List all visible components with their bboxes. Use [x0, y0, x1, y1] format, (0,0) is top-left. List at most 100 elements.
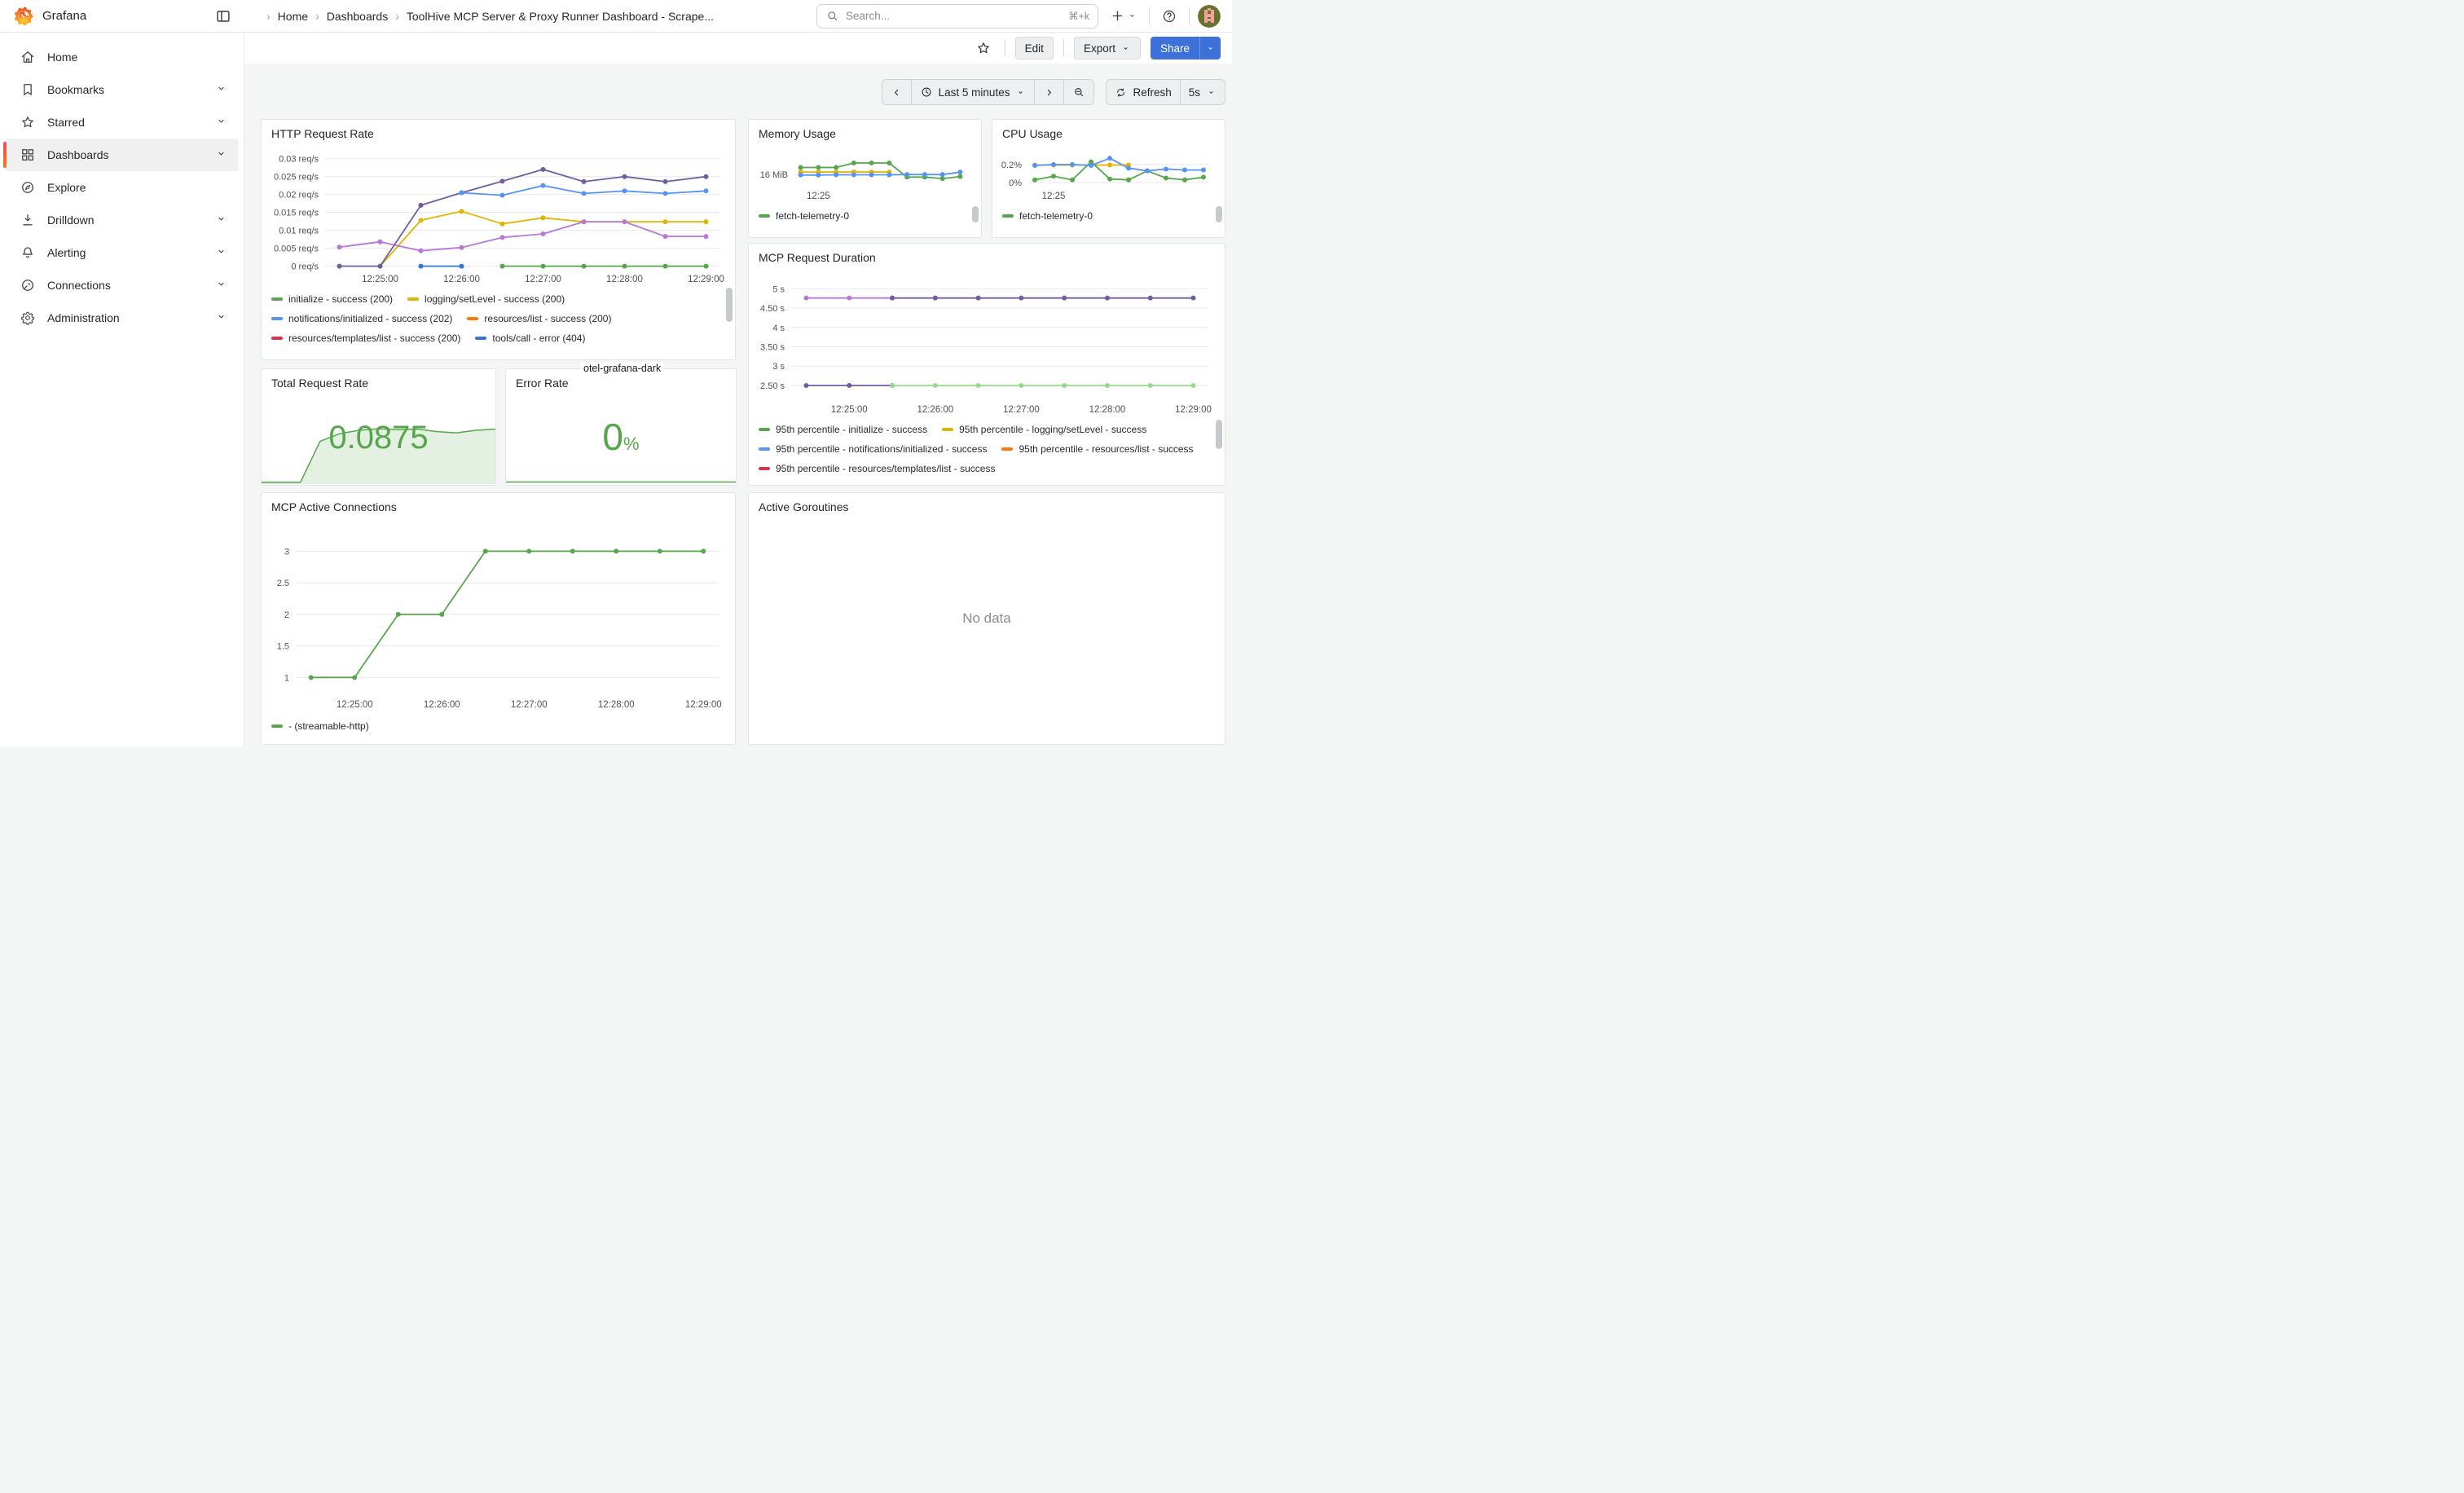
chevron-down-icon[interactable]	[215, 148, 227, 162]
legend-item[interactable]: fetch-telemetry-0	[1002, 206, 1093, 226]
legend-label: 95th percentile - logging/setLevel - suc…	[959, 424, 1146, 435]
time-shift-forward-button[interactable]	[1034, 79, 1064, 105]
chevron-down-icon[interactable]	[215, 213, 227, 227]
legend-item[interactable]: tools/call - success (200)	[271, 348, 396, 353]
legend-scrollbar[interactable]	[1216, 420, 1222, 482]
toolbar-divider	[1063, 39, 1064, 57]
breadcrumb-item[interactable]: ToolHive MCP Server & Proxy Runner Dashb…	[388, 10, 714, 23]
panel-title[interactable]: Total Request Rate	[262, 369, 495, 390]
svg-text:0.025 req/s: 0.025 req/s	[274, 173, 319, 183]
legend-item[interactable]: 95th percentile - logging/setLevel - suc…	[942, 420, 1146, 439]
legend-swatch	[942, 428, 953, 431]
panel-mcp-request-duration: MCP Request Duration 2.50 s3 s3.50 s4 s4…	[748, 243, 1225, 486]
cpu-usage-chart[interactable]: 0.2%0%12:25	[996, 144, 1218, 203]
sidebar-item-label: Alerting	[47, 246, 204, 259]
time-controls: Last 5 minutes Refresh	[882, 79, 1225, 105]
sidebar-item[interactable]: Starred	[5, 106, 239, 139]
legend-item[interactable]: resources/list - success (200)	[467, 309, 611, 328]
export-button[interactable]: Export	[1074, 37, 1141, 59]
svg-text:12:27:00: 12:27:00	[511, 700, 548, 710]
legend-scrollbar[interactable]	[1216, 206, 1222, 234]
sidebar-item[interactable]: Administration	[5, 302, 239, 334]
svg-text:0.02 req/s: 0.02 req/s	[279, 191, 319, 200]
avatar[interactable]	[1198, 5, 1221, 28]
time-range-picker[interactable]: Last 5 minutes	[911, 79, 1036, 105]
sidebar-item[interactable]: Connections	[5, 269, 239, 302]
help-icon[interactable]	[1158, 5, 1181, 28]
search-input[interactable]	[846, 10, 1062, 22]
sidebar-item-label: Dashboards	[47, 148, 204, 161]
favorite-star-icon[interactable]	[972, 37, 995, 59]
grafana-logo[interactable]	[13, 6, 34, 27]
share-options-icon[interactable]	[1199, 37, 1221, 59]
http-request-rate-chart[interactable]: 0 req/s0.005 req/s0.01 req/s0.015 req/s0…	[266, 146, 728, 286]
chevron-down-icon[interactable]	[215, 278, 227, 293]
zoom-out-time-button[interactable]	[1063, 79, 1094, 105]
legend-scrollbar[interactable]	[972, 206, 979, 234]
mcp-active-connections-chart[interactable]: 11.522.5312:25:0012:26:0012:27:0012:28:0…	[266, 519, 727, 711]
refresh-button[interactable]: Refresh	[1106, 79, 1180, 105]
legend-item[interactable]: 95th percentile - initialize - success	[759, 420, 927, 439]
panel-http-request-rate: HTTP Request Rate 0 req/s0.005 req/s0.01…	[261, 119, 736, 360]
sidebar-item[interactable]: Drilldown	[5, 204, 239, 236]
share-button[interactable]: Share	[1151, 37, 1199, 59]
refresh-interval-picker[interactable]: 5s	[1180, 79, 1225, 105]
svg-text:4.50 s: 4.50 s	[760, 304, 785, 314]
svg-text:4 s: 4 s	[772, 324, 785, 333]
legend-item[interactable]: 95th percentile - resources/templates/li…	[759, 459, 995, 478]
dock-sidebar-icon[interactable]	[212, 5, 235, 28]
legend-label: tools/call - error (404)	[492, 333, 585, 344]
stat-unit: %	[623, 434, 640, 454]
legend-item[interactable]: unknown - success (200)	[548, 348, 673, 353]
add-new-button[interactable]	[1107, 5, 1141, 28]
legend-item[interactable]: initialize - success (200)	[271, 289, 393, 309]
breadcrumb-item[interactable]: Home	[259, 10, 308, 23]
svg-text:12:25:00: 12:25:00	[337, 700, 373, 710]
legend-item[interactable]: 95th percentile - resources/list - succe…	[1001, 439, 1193, 459]
chevron-down-icon[interactable]	[215, 245, 227, 260]
sidebar-item[interactable]: Alerting	[5, 236, 239, 269]
legend-label: unknown - success (200)	[565, 352, 673, 353]
svg-text:0.2%: 0.2%	[1001, 161, 1022, 170]
panel-title[interactable]: MCP Active Connections	[262, 493, 735, 513]
panel-title[interactable]: MCP Request Duration	[749, 244, 1225, 264]
legend-item[interactable]: notifications/initialized - success (202…	[271, 309, 452, 328]
legend: initialize - success (200) logging/setLe…	[271, 289, 722, 353]
sidebar-item[interactable]: Dashboards	[5, 139, 239, 171]
mcp-request-duration-chart[interactable]: 2.50 s3 s3.50 s4 s4.50 s5 s12:25:0012:26…	[754, 270, 1217, 416]
breadcrumb-item[interactable]: Dashboards	[308, 10, 388, 23]
legend-item[interactable]: fetch-telemetry-0	[759, 206, 849, 226]
time-shift-back-button[interactable]	[882, 79, 912, 105]
top-header: Grafana HomeDashboardsToolHive MCP Serve…	[0, 0, 1232, 33]
chevron-down-icon[interactable]	[215, 115, 227, 130]
legend-item[interactable]: tools/call - error (404)	[475, 328, 585, 348]
svg-text:12:26:00: 12:26:00	[424, 700, 460, 710]
legend-item[interactable]: - (streamable-http)	[271, 716, 369, 736]
content: Edit Export Share	[244, 33, 1232, 746]
legend-scrollbar[interactable]	[726, 288, 733, 353]
sidebar-item[interactable]: Explore	[5, 171, 239, 204]
legend-item[interactable]: logging/setLevel - success (200)	[407, 289, 565, 309]
legend-item[interactable]: 95th percentile - notifications/initiali…	[759, 439, 987, 459]
legend-item[interactable]: resources/templates/list - success (200)	[271, 328, 460, 348]
panel-title[interactable]: Memory Usage	[749, 120, 981, 140]
sidebar-item[interactable]: Bookmarks	[5, 73, 239, 106]
memory-usage-chart[interactable]: 16 MiB12:25	[752, 144, 975, 203]
sidebar-item[interactable]: Home	[5, 41, 239, 73]
main-area: Home Bookmarks	[0, 33, 1232, 746]
error-rate-sparkline[interactable]	[506, 473, 736, 483]
panel-title[interactable]: CPU Usage	[992, 120, 1225, 140]
svg-text:12:26:00: 12:26:00	[443, 275, 480, 284]
legend-label: tools/list - success (200)	[428, 352, 533, 353]
chevron-down-icon[interactable]	[215, 82, 227, 97]
legend-label: logging/setLevel - success (200)	[425, 293, 565, 305]
sidebar-item-label: Connections	[47, 279, 204, 292]
edit-button[interactable]: Edit	[1015, 37, 1054, 59]
chevron-down-icon[interactable]	[215, 310, 227, 325]
search-box[interactable]: ⌘+k	[816, 4, 1098, 29]
sidebar-item-icon	[20, 81, 36, 98]
legend-item[interactable]: tools/list - success (200)	[411, 348, 533, 353]
legend-label: 95th percentile - resources/list - succe…	[1019, 443, 1193, 455]
panel-title[interactable]: HTTP Request Rate	[262, 120, 735, 140]
search-icon	[825, 9, 839, 23]
